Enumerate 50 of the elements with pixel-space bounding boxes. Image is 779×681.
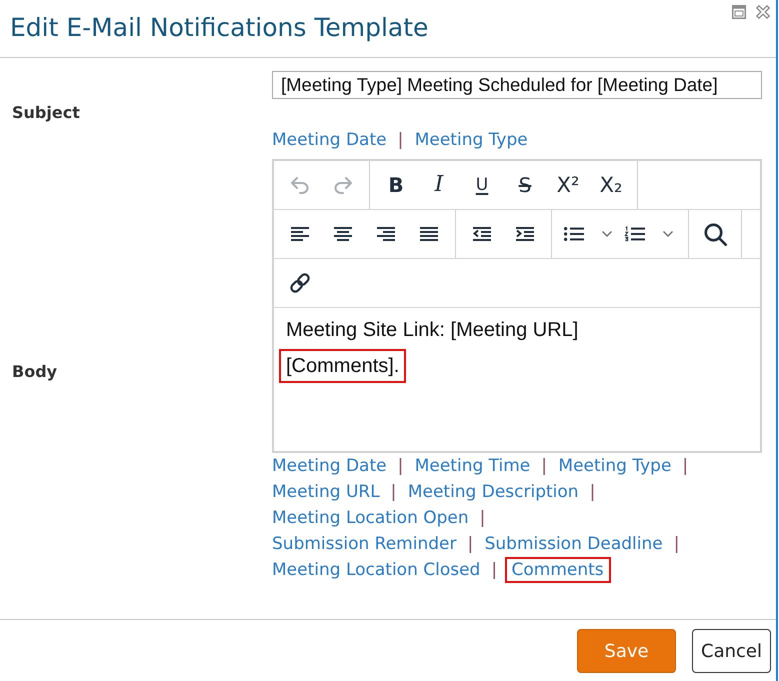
chevron-down-icon[interactable] <box>663 231 673 237</box>
placeholder-link[interactable]: Meeting Location Open <box>272 508 469 528</box>
placeholder-link[interactable]: Meeting Location Closed <box>272 560 480 580</box>
bold-button[interactable]: B <box>379 168 413 202</box>
link-separator: | <box>682 456 688 476</box>
align-center-icon[interactable] <box>334 227 352 241</box>
placeholder-link[interactable]: Meeting Type <box>558 456 672 476</box>
justify-icon[interactable] <box>420 227 438 241</box>
link-icon[interactable] <box>290 273 310 293</box>
link-separator: | <box>398 130 404 150</box>
placeholder-link[interactable]: Comments <box>504 557 611 583</box>
align-right-icon[interactable] <box>377 227 395 241</box>
placeholder-link[interactable]: Submission Reminder <box>272 534 456 554</box>
numbered-list-icon[interactable] <box>625 227 645 241</box>
link-separator: | <box>541 456 547 476</box>
bullet-list-icon[interactable] <box>564 227 584 241</box>
link-separator: | <box>398 456 404 476</box>
underline-button[interactable]: U <box>465 168 499 202</box>
subject-label: Subject <box>12 102 80 122</box>
save-button[interactable]: Save <box>577 629 676 673</box>
placeholder-link[interactable]: Submission Deadline <box>484 534 663 554</box>
link-separator: | <box>467 534 474 554</box>
subject-field[interactable]: [Meeting Type] Meeting Scheduled for [Meeting Date] <box>272 71 762 99</box>
placeholder-link[interactable]: Meeting Date <box>272 130 387 150</box>
placeholder-link[interactable]: Meeting URL <box>272 482 380 502</box>
align-left-icon[interactable] <box>291 227 309 241</box>
superscript-button[interactable]: X² <box>551 168 585 202</box>
editor-text: Meeting Site Link: [Meeting URL] <box>286 318 578 342</box>
italic-button[interactable]: I <box>422 168 456 202</box>
link-separator: | <box>674 534 680 554</box>
placeholder-link[interactable]: Meeting Date <box>272 456 387 476</box>
link-separator: | <box>590 482 596 502</box>
cancel-button[interactable]: Cancel <box>692 629 771 673</box>
maximize-icon[interactable] <box>732 5 746 19</box>
search-icon[interactable] <box>704 222 726 246</box>
link-separator: | <box>491 560 498 580</box>
dialog-title: Edit E-Mail Notifications Template <box>10 13 428 43</box>
strikethrough-button[interactable]: S <box>508 168 542 202</box>
outdent-icon[interactable] <box>473 227 491 241</box>
close-icon[interactable] <box>756 5 770 19</box>
link-separator: | <box>390 482 396 502</box>
link-separator: | <box>480 508 486 528</box>
placeholder-link[interactable]: Meeting Type <box>414 130 528 150</box>
subscript-button[interactable]: X₂ <box>594 168 628 202</box>
body-label: Body <box>12 362 58 380</box>
placeholder-link[interactable]: Meeting Time <box>414 456 530 476</box>
indent-icon[interactable] <box>516 227 534 241</box>
placeholder-link[interactable]: Meeting Description <box>408 482 579 502</box>
editor-text: [Comments]. <box>279 349 406 383</box>
chevron-down-icon[interactable] <box>602 231 612 237</box>
